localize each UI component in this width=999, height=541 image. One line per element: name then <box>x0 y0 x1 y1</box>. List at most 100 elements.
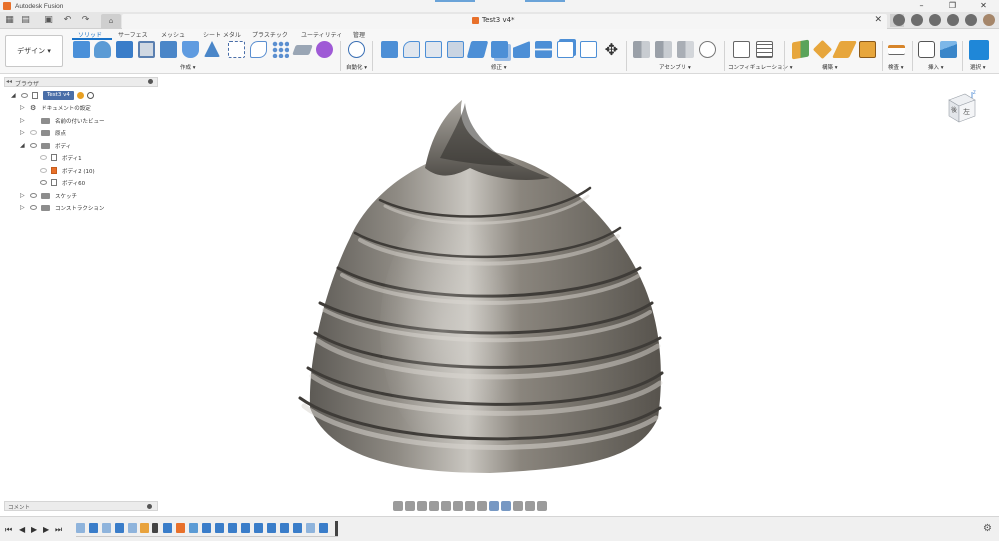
look-at-icon[interactable] <box>405 501 415 511</box>
group-construct-label[interactable]: 構築 ▾ <box>822 63 838 71</box>
visibility-eye-icon[interactable] <box>40 180 47 185</box>
tree-row-body2[interactable]: ボディ2 (10) <box>40 165 95 176</box>
group-insert-label[interactable]: 挿入 ▾ <box>928 63 944 71</box>
tree-row-body60[interactable]: ボディ60 <box>40 177 85 188</box>
group-modify-label[interactable]: 修正 ▾ <box>491 63 507 71</box>
tree-row-bodies[interactable]: ◢ ボディ <box>20 140 71 151</box>
fit-icon[interactable] <box>441 501 451 511</box>
display-settings-icon[interactable] <box>453 501 463 511</box>
timeline-feature[interactable] <box>306 523 315 533</box>
timeline-feature[interactable] <box>176 523 185 533</box>
notifications-icon[interactable] <box>947 14 959 26</box>
visibility-eye-icon[interactable] <box>40 168 47 173</box>
align-icon[interactable] <box>580 41 597 58</box>
group-automate-label[interactable]: 自動化 ▾ <box>346 63 367 71</box>
radio-activate-icon[interactable] <box>86 92 94 99</box>
visual-style-icon[interactable] <box>489 501 499 511</box>
tree-row-construction[interactable]: ▷ コンストラクション <box>20 202 104 213</box>
tab-sheet-metal[interactable]: シート メタル <box>203 30 241 39</box>
tree-row-root[interactable]: ◢ Test3 v4 <box>11 90 94 101</box>
tree-row-named-views[interactable]: ▷ 名前の付いたビュー <box>20 115 105 126</box>
tab-plastic[interactable]: プラスチック <box>252 30 288 39</box>
visibility-eye-icon[interactable] <box>21 93 28 98</box>
visibility-eye-icon[interactable] <box>30 130 37 135</box>
split-body-icon[interactable] <box>535 41 552 58</box>
midplane-icon[interactable] <box>859 41 876 58</box>
as-built-joint-icon[interactable] <box>677 41 694 58</box>
cone-icon[interactable] <box>204 41 220 57</box>
clock-icon[interactable] <box>929 14 941 26</box>
measure-icon[interactable] <box>888 45 905 55</box>
revolve-icon[interactable] <box>116 41 133 58</box>
timeline-feature[interactable] <box>89 523 98 533</box>
group-select-label[interactable]: 選択 ▾ <box>970 63 986 71</box>
group-inspect-label[interactable]: 検査 ▾ <box>888 63 904 71</box>
loft-icon[interactable] <box>182 41 199 58</box>
object-visibility-icon[interactable] <box>525 501 535 511</box>
fillet-icon[interactable] <box>403 41 420 58</box>
select-icon[interactable] <box>969 40 989 60</box>
close-window-icon[interactable]: ✕ <box>968 0 999 12</box>
viewcube-left-face[interactable]: 左 <box>963 107 970 116</box>
timeline-feature[interactable] <box>152 523 158 533</box>
timeline-feature[interactable] <box>254 523 263 533</box>
timeline-feature[interactable] <box>163 523 172 533</box>
browser-panel-header[interactable]: ◂◂ ブラウザ <box>4 77 158 88</box>
workspace-switcher-button[interactable]: デザイン ▾ <box>5 35 63 67</box>
timeline-feature[interactable] <box>319 523 328 533</box>
spline-icon[interactable] <box>250 41 267 58</box>
tree-row-body1[interactable]: ボディ1 <box>40 152 82 163</box>
tree-row-origin[interactable]: ▷ 原点 <box>20 127 66 138</box>
tab-utility[interactable]: ユーティリティ <box>301 30 342 39</box>
hole-icon[interactable] <box>138 41 155 58</box>
timeline-play-icon[interactable]: ▶ <box>31 525 37 534</box>
viewcube[interactable]: 後 左 Z <box>945 90 977 124</box>
restore-icon[interactable]: ❐ <box>937 0 968 12</box>
root-component-label[interactable]: Test3 v4 <box>43 91 74 100</box>
timeline-marker[interactable] <box>335 521 338 536</box>
timeline-feature[interactable] <box>102 523 111 533</box>
sweep-icon[interactable] <box>160 41 177 58</box>
plane-at-angle-icon[interactable] <box>812 39 833 60</box>
expand-triangle-icon[interactable]: ▷ <box>20 192 26 199</box>
collapse-browser-icon[interactable]: ◂◂ <box>6 78 12 85</box>
close-tab-icon[interactable]: ✕ <box>874 15 882 25</box>
insert-derive-icon[interactable] <box>918 41 935 58</box>
combine-icon[interactable] <box>513 41 530 58</box>
expand-triangle-icon[interactable]: ◢ <box>11 92 17 99</box>
visibility-eye-icon[interactable] <box>30 143 37 148</box>
timeline-feature[interactable] <box>280 523 289 533</box>
group-assemble-label[interactable]: アセンブリ ▾ <box>659 63 691 71</box>
configuration-table-icon[interactable] <box>756 41 773 58</box>
expand-triangle-icon[interactable]: ▷ <box>20 204 26 211</box>
tree-row-document-settings[interactable]: ▷ ⚙ ドキュメントの設定 <box>20 102 91 113</box>
viewcube-back-face[interactable]: 後 <box>951 106 957 114</box>
zoom-icon[interactable] <box>429 501 439 511</box>
timeline-feature[interactable] <box>215 523 224 533</box>
tab-manage[interactable]: 管理 <box>353 30 365 39</box>
active-component-icon[interactable] <box>76 92 84 99</box>
timeline-feature[interactable] <box>189 523 198 533</box>
point-pattern-icon[interactable] <box>272 41 289 58</box>
viewports-icon[interactable] <box>477 501 487 511</box>
group-create-label[interactable]: 作成 ▾ <box>180 63 196 71</box>
expand-triangle-icon[interactable]: ▷ <box>20 129 26 136</box>
file-menu-icon[interactable]: ▤ <box>20 15 31 26</box>
comments-add-icon[interactable] <box>147 504 152 509</box>
timeline-prev-icon[interactable]: ◀ <box>19 525 25 534</box>
model-viewport[interactable] <box>290 88 670 483</box>
visibility-eye-icon[interactable] <box>30 193 37 198</box>
pan-icon[interactable] <box>417 501 427 511</box>
form-icon[interactable] <box>316 41 333 58</box>
timeline-last-icon[interactable]: ⏭ <box>55 525 62 535</box>
create-sketch-icon[interactable] <box>73 41 90 58</box>
rectangular-pattern-icon[interactable] <box>228 41 245 58</box>
extrude-icon[interactable] <box>94 41 111 58</box>
environment-icon[interactable] <box>501 501 511 511</box>
camera-icon[interactable] <box>537 501 547 511</box>
insert-image-icon[interactable] <box>940 41 957 58</box>
new-component-icon[interactable] <box>633 41 650 58</box>
undo-icon[interactable]: ↶ <box>62 15 73 26</box>
home-tab[interactable]: ⌂ <box>101 14 121 29</box>
motion-link-icon[interactable] <box>699 41 716 58</box>
